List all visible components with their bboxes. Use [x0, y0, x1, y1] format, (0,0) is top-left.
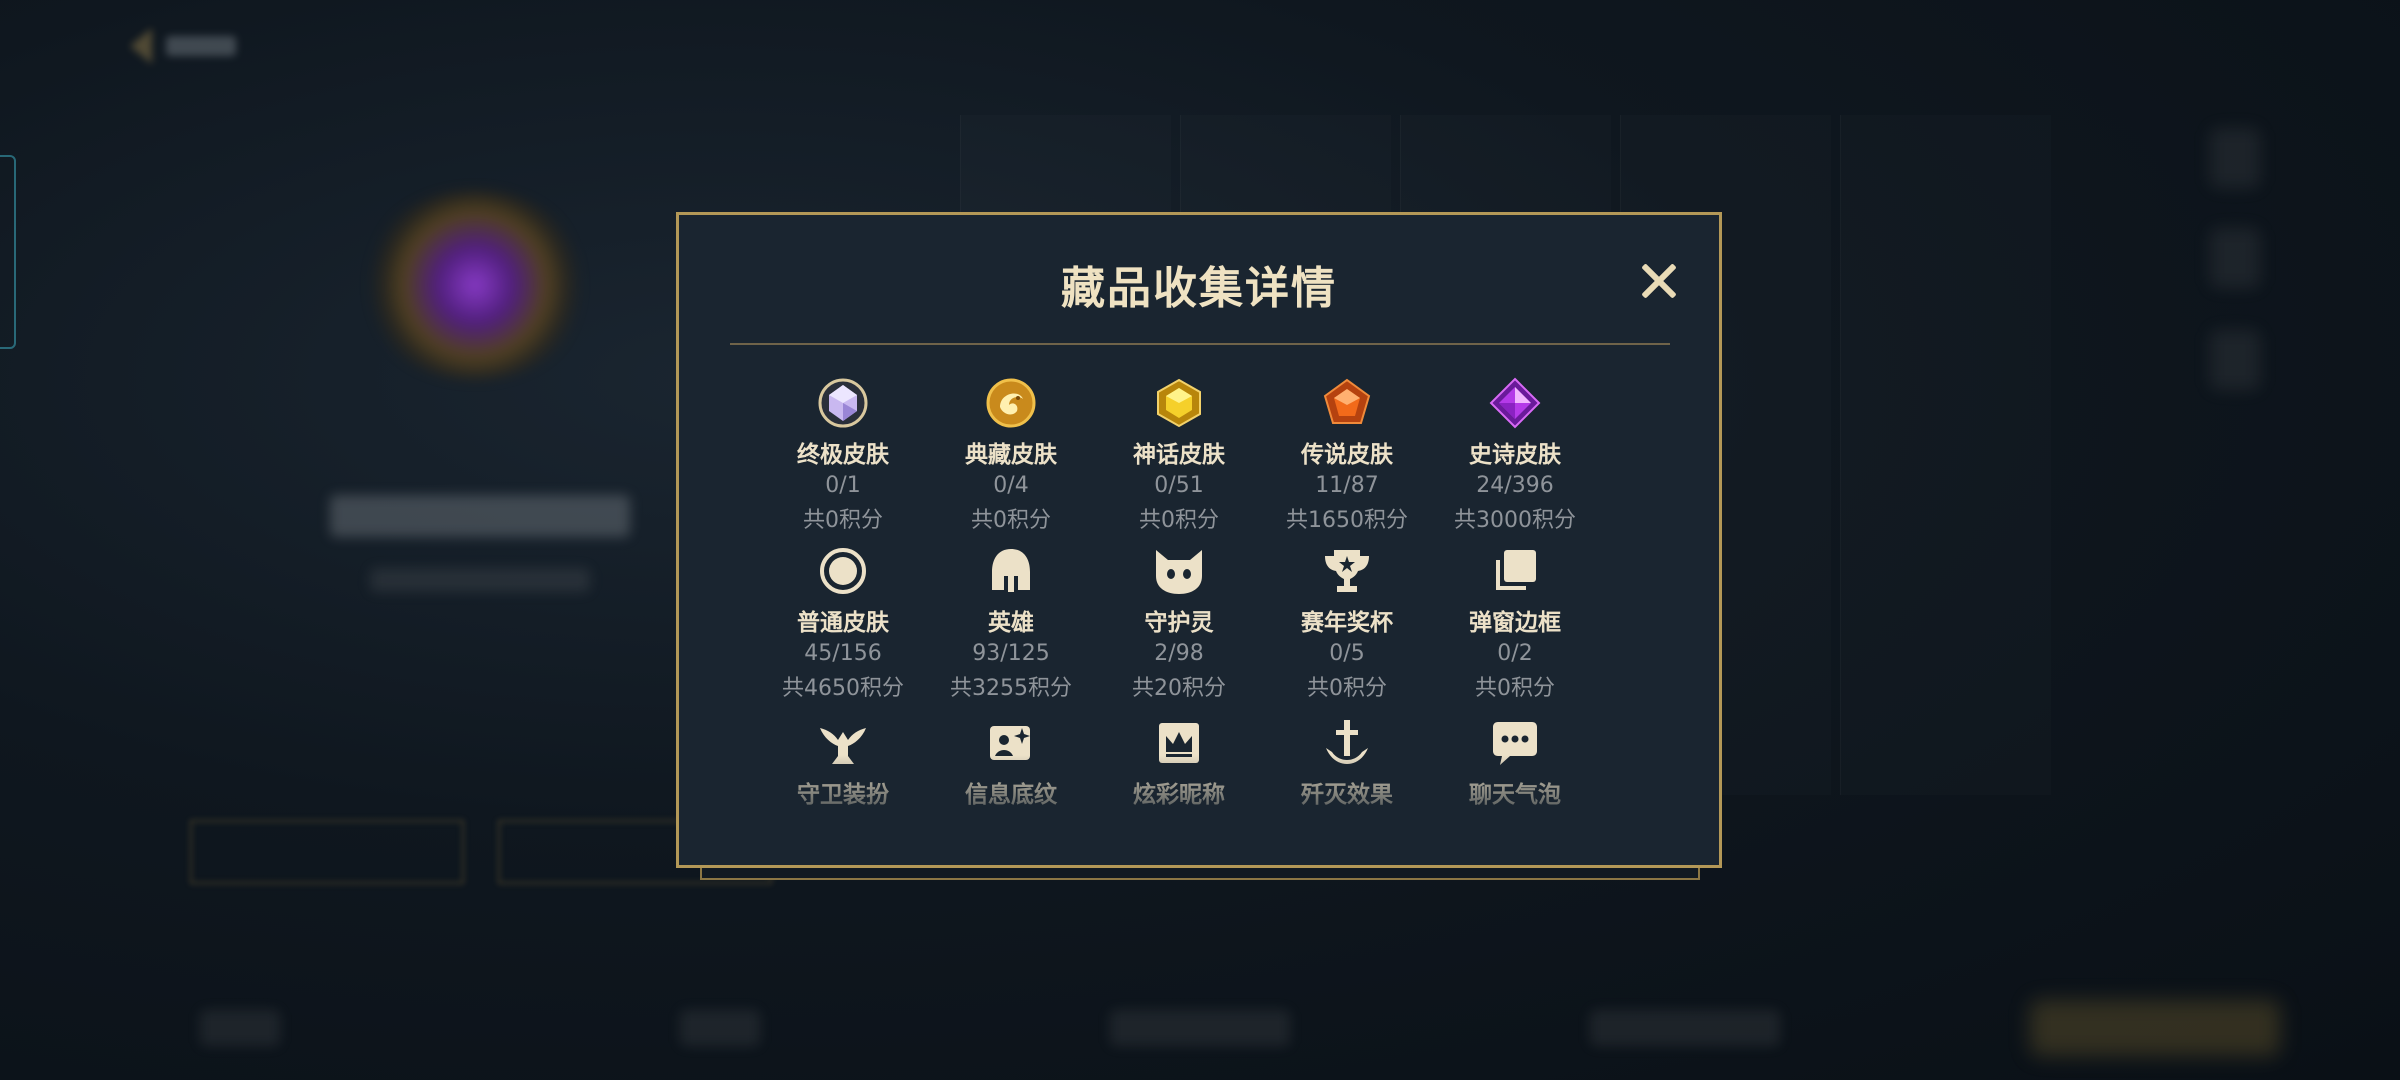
category-collection-skin[interactable]: 典藏皮肤 0/4 共0积分 [927, 375, 1095, 534]
ring-icon [815, 543, 871, 599]
title-divider [730, 343, 1670, 345]
player-name [330, 495, 630, 537]
category-label: 普通皮肤 [797, 610, 889, 636]
category-label: 赛年奖杯 [1301, 610, 1393, 636]
category-label: 神话皮肤 [1133, 442, 1225, 468]
category-epic-skin[interactable]: 史诗皮肤 24/396 共3000积分 [1431, 375, 1599, 534]
mythic-gem-icon [1151, 375, 1207, 431]
category-legend-skin[interactable]: 传说皮肤 11/87 共1650积分 [1263, 375, 1431, 534]
chat-bubble-icon [1487, 715, 1543, 771]
profile-emblem [360, 190, 590, 380]
category-chat-bubble[interactable]: 聊天气泡 [1431, 715, 1599, 809]
category-label: 英雄 [988, 610, 1034, 636]
category-points: 共0积分 [971, 508, 1051, 533]
category-label: 史诗皮肤 [1469, 442, 1561, 468]
category-points: 共0积分 [1307, 676, 1387, 701]
bg-button [190, 820, 464, 884]
legend-gem-icon [1319, 375, 1375, 431]
player-subtitle [370, 568, 590, 592]
frames-icon [1487, 543, 1543, 599]
bg-side-icon [2210, 330, 2260, 390]
category-season-trophy[interactable]: 赛年奖杯 0/5 共0积分 [1263, 543, 1431, 702]
trophy-icon [1319, 543, 1375, 599]
collection-grid: 终极皮肤 0/1 共0积分 典藏皮肤 0/4 共0积分 神话皮肤 0/51 共0… [759, 375, 1599, 837]
category-label: 典藏皮肤 [965, 442, 1057, 468]
close-button[interactable] [1637, 259, 1681, 303]
category-count: 0/2 [1497, 641, 1533, 666]
category-colored-nickname[interactable]: 炫彩昵称 [1095, 715, 1263, 809]
category-label: 弹窗边框 [1469, 610, 1561, 636]
category-label: 炫彩昵称 [1133, 782, 1225, 808]
category-count: 0/1 [825, 473, 861, 498]
bg-bottom-tab [200, 1010, 280, 1046]
category-label: 传说皮肤 [1301, 442, 1393, 468]
ultimate-gem-icon [815, 375, 871, 431]
category-points: 共0积分 [1475, 676, 1555, 701]
category-label: 终极皮肤 [797, 442, 889, 468]
category-count: 45/156 [804, 641, 882, 666]
bg-side-icon [2210, 228, 2260, 288]
category-popup-frame[interactable]: 弹窗边框 0/2 共0积分 [1431, 543, 1599, 702]
back-button[interactable] [130, 24, 250, 68]
modal-underlay [700, 868, 1700, 880]
collection-details-dialog: 藏品收集详情 终极皮肤 0/1 共0积分 典藏皮肤 0/4 共0积分 神话皮肤 … [676, 212, 1722, 868]
category-points: 共4650积分 [782, 676, 904, 701]
category-label: 聊天气泡 [1469, 782, 1561, 808]
category-normal-skin[interactable]: 普通皮肤 45/156 共4650积分 [759, 543, 927, 702]
category-points: 共3255积分 [950, 676, 1072, 701]
bg-bottom-tab [1110, 1010, 1290, 1046]
category-kill-effect[interactable]: 歼灭效果 [1263, 715, 1431, 809]
category-mythic-skin[interactable]: 神话皮肤 0/51 共0积分 [1095, 375, 1263, 534]
category-label: 信息底纹 [965, 782, 1057, 808]
category-count: 0/51 [1154, 473, 1204, 498]
category-points: 共0积分 [1139, 508, 1219, 533]
category-points: 共20积分 [1132, 676, 1226, 701]
category-points: 共3000积分 [1454, 508, 1576, 533]
category-points: 共1650积分 [1286, 508, 1408, 533]
category-hero[interactable]: 英雄 93/125 共3255积分 [927, 543, 1095, 702]
crown-card-icon [1151, 715, 1207, 771]
bg-side-tab [0, 155, 16, 349]
category-ward-skin[interactable]: 守卫装扮 [759, 715, 927, 809]
bg-bottom-tab [1590, 1010, 1780, 1046]
bg-column [1840, 115, 2051, 795]
pet-face-icon [1151, 543, 1207, 599]
category-count: 0/5 [1329, 641, 1365, 666]
category-count: 0/4 [993, 473, 1029, 498]
category-count: 2/98 [1154, 641, 1204, 666]
epic-gem-icon [1487, 375, 1543, 431]
category-label: 守护灵 [1144, 610, 1214, 636]
category-count: 24/396 [1476, 473, 1554, 498]
category-label: 守卫装扮 [797, 782, 889, 808]
category-label: 歼灭效果 [1301, 782, 1393, 808]
helmet-icon [983, 543, 1039, 599]
category-info-background[interactable]: 信息底纹 [927, 715, 1095, 809]
category-count: 11/87 [1315, 473, 1379, 498]
ward-icon [815, 715, 871, 771]
card-sparkle-icon [983, 715, 1039, 771]
category-count: 93/125 [972, 641, 1050, 666]
dialog-title: 藏品收集详情 [1061, 263, 1337, 314]
bg-gold-button [2030, 1000, 2280, 1056]
anchor-sword-icon [1319, 715, 1375, 771]
bg-bottom-tab [680, 1010, 760, 1046]
bg-side-icon [2210, 128, 2260, 188]
dragon-coin-icon [983, 375, 1039, 431]
category-points: 共0积分 [803, 508, 883, 533]
category-ultimate-skin[interactable]: 终极皮肤 0/1 共0积分 [759, 375, 927, 534]
category-guardian[interactable]: 守护灵 2/98 共20积分 [1095, 543, 1263, 702]
